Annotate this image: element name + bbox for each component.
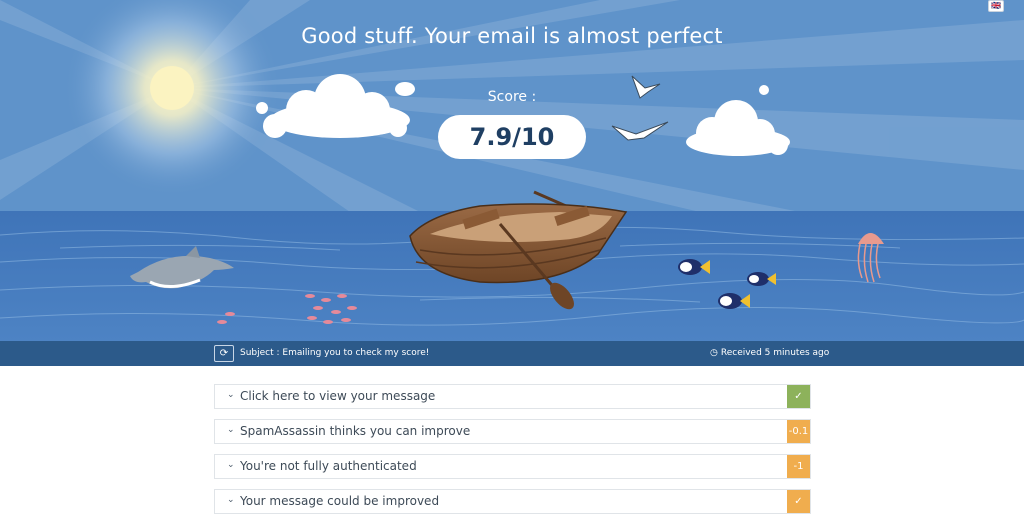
received-time: ◷ Received 5 minutes ago bbox=[710, 348, 829, 358]
received-text: Received 5 minutes ago bbox=[720, 348, 830, 358]
chevron-down-icon: ⌄ bbox=[227, 425, 235, 435]
status-badge: ✓ bbox=[787, 385, 810, 408]
status-badge: -1 bbox=[787, 455, 810, 478]
chevron-down-icon: ⌄ bbox=[227, 460, 235, 470]
result-row-authentication[interactable]: ⌄ You're not fully authenticated -1 bbox=[214, 454, 811, 479]
refresh-icon[interactable]: ⟳ bbox=[214, 345, 234, 362]
chevron-down-icon: ⌄ bbox=[227, 390, 235, 400]
hero-scene: Good stuff. Your email is almost perfect… bbox=[0, 0, 1024, 341]
status-badge: ✓ bbox=[787, 490, 810, 513]
result-label: SpamAssassin thinks you can improve bbox=[240, 424, 471, 438]
result-label: You're not fully authenticated bbox=[240, 459, 417, 473]
score-value: 7.9/10 bbox=[438, 115, 586, 159]
score-label: Score : bbox=[487, 89, 537, 105]
results-list: ⌄ Click here to view your message ✓ ⌄ Sp… bbox=[214, 384, 811, 524]
headline: Good stuff. Your email is almost perfect bbox=[301, 24, 723, 48]
chevron-down-icon: ⌄ bbox=[227, 495, 235, 505]
uk-flag-icon[interactable]: 🇬🇧 bbox=[988, 0, 1004, 12]
result-row-view-message[interactable]: ⌄ Click here to view your message ✓ bbox=[214, 384, 811, 409]
subject-text: Subject : Emailing you to check my score… bbox=[240, 348, 430, 358]
subject-bar: ⟳ Subject : Emailing you to check my sco… bbox=[0, 341, 1024, 366]
ocean-illustration bbox=[0, 0, 1024, 341]
result-label: Your message could be improved bbox=[240, 494, 440, 508]
result-row-message-improved[interactable]: ⌄ Your message could be improved ✓ bbox=[214, 489, 811, 514]
result-row-spamassassin[interactable]: ⌄ SpamAssassin thinks you can improve -0… bbox=[214, 419, 811, 444]
result-label: Click here to view your message bbox=[240, 389, 436, 403]
status-badge: -0.1 bbox=[787, 420, 810, 443]
clock-icon: ◷ bbox=[710, 348, 718, 358]
